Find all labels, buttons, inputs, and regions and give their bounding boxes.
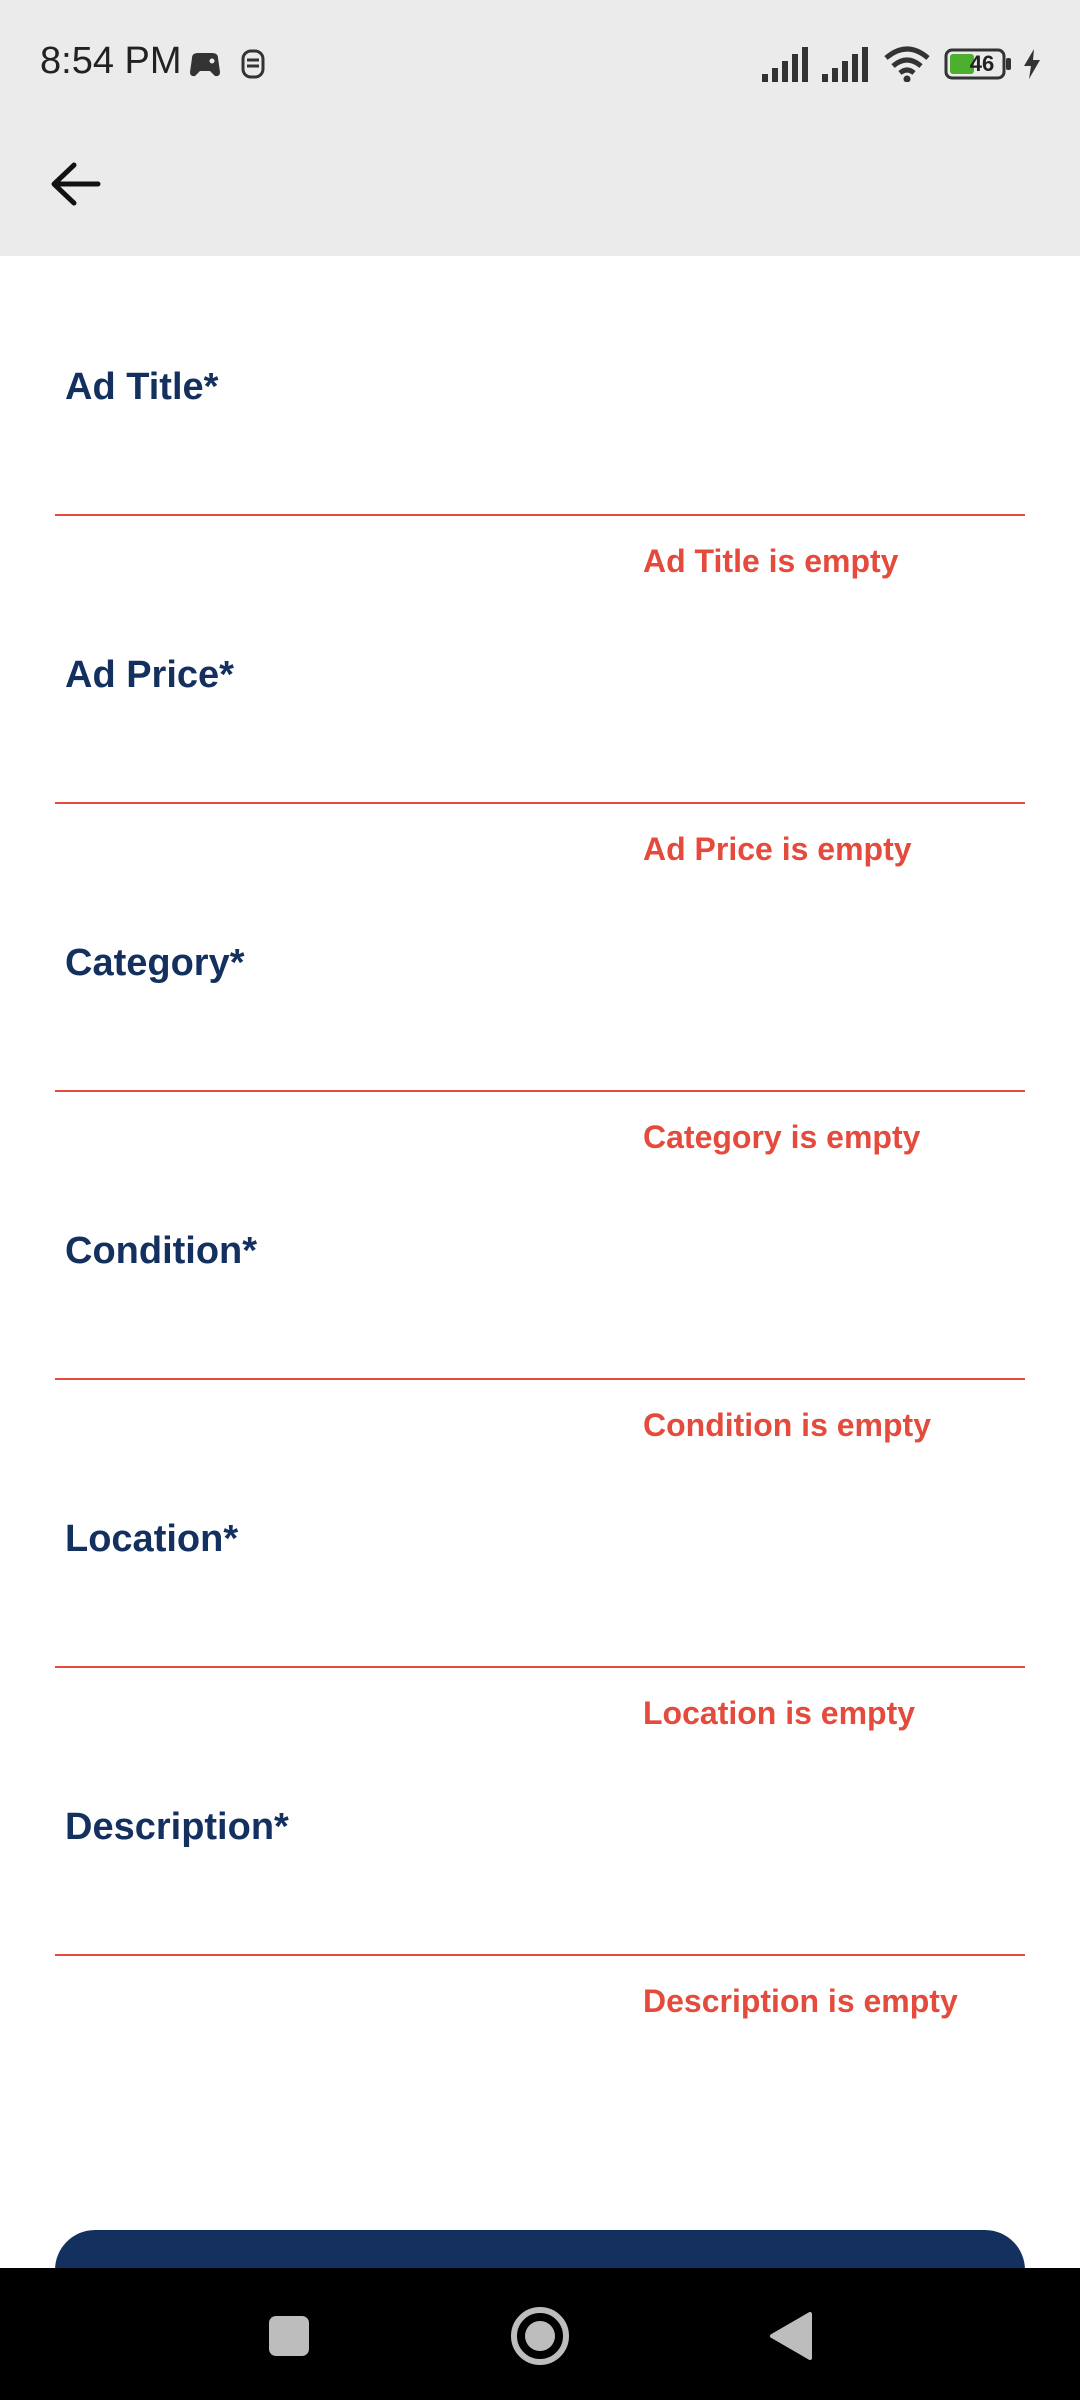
- status-bar: 8:54 PM 46: [0, 0, 1080, 130]
- arrow-left-icon: [50, 162, 102, 211]
- wifi-icon: [884, 46, 930, 87]
- status-time: 8:54 PM: [40, 40, 182, 82]
- notification-icon: [240, 48, 266, 85]
- description-error: Description is empty: [643, 1983, 958, 2019]
- category-label: Category*: [65, 942, 245, 984]
- location-input[interactable]: [55, 1588, 1025, 1668]
- system-back-button[interactable]: [751, 2298, 831, 2378]
- ad-price-label: Ad Price*: [65, 654, 234, 696]
- back-button[interactable]: [40, 150, 112, 222]
- home-circle-icon: [509, 2305, 571, 2372]
- battery-level: 46: [969, 51, 995, 76]
- condition-label: Condition*: [65, 1230, 258, 1272]
- description-input[interactable]: [55, 1876, 1025, 1956]
- ad-title-field: Ad Title* Ad Title is empty: [0, 256, 1080, 579]
- app-bar: [0, 130, 1080, 256]
- back-triangle-icon: [768, 2311, 814, 2366]
- location-label: Location*: [65, 1518, 239, 1560]
- location-field: Location* Location is empty: [0, 1408, 1080, 1731]
- home-button[interactable]: [500, 2298, 580, 2378]
- ad-price-input[interactable]: [55, 724, 1025, 804]
- navigation-bar: [0, 2268, 1080, 2400]
- ad-title-label: Ad Title*: [65, 366, 219, 408]
- condition-input[interactable]: [55, 1300, 1025, 1380]
- category-field: Category* Category is empty: [0, 832, 1080, 1155]
- ad-price-field: Ad Price* Ad Price is empty: [0, 544, 1080, 867]
- description-label: Description*: [65, 1806, 289, 1848]
- category-input[interactable]: [55, 1012, 1025, 1092]
- recents-button[interactable]: [249, 2298, 329, 2378]
- charging-icon: [1022, 48, 1042, 85]
- signal-icon: [822, 46, 872, 87]
- condition-field: Condition* Condition is empty: [0, 1120, 1080, 1443]
- recents-square-icon: [267, 2314, 311, 2363]
- game-controller-icon: [188, 50, 222, 85]
- signal-icon: [762, 46, 812, 87]
- description-field: Description* Description is empty: [0, 1696, 1080, 2019]
- ad-title-input[interactable]: [55, 436, 1025, 516]
